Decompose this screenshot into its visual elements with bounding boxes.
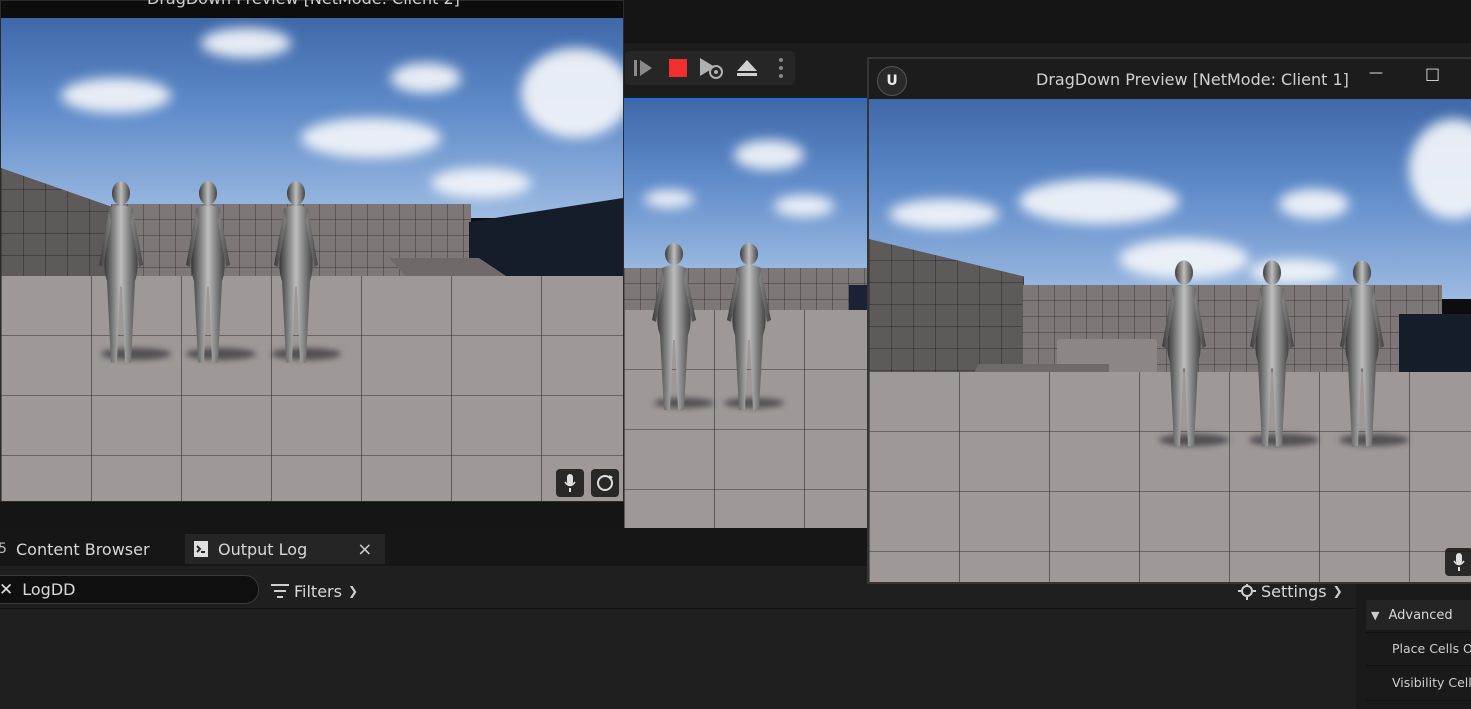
client1-viewport[interactable] <box>869 99 1471 582</box>
eject-icon <box>737 60 757 76</box>
character-mannequin <box>1162 260 1206 447</box>
details-section-advanced[interactable]: ▼ Advanced <box>1366 600 1471 630</box>
maximize-button[interactable]: □ <box>1425 64 1440 83</box>
stop-icon <box>669 59 687 77</box>
preview-window-client1[interactable]: U DragDown Preview [NetMode: Client 1] —… <box>867 57 1471 584</box>
microphone-icon <box>564 474 576 492</box>
more-vertical-icon <box>779 58 783 78</box>
unreal-logo-icon: U <box>877 66 907 96</box>
refresh-icon <box>597 475 613 491</box>
content-browser-icon: 5 <box>0 541 7 557</box>
row-divider <box>1366 632 1471 633</box>
character-mannequin <box>1340 260 1384 447</box>
output-log-icon <box>194 541 208 557</box>
log-search-box[interactable]: ✕ LogDD <box>0 575 259 604</box>
filter-icon <box>271 584 289 598</box>
gear-icon <box>1238 582 1256 600</box>
details-row-place-cells: Place Cells Or <box>1392 641 1471 656</box>
chevron-down-icon: ❯ <box>1332 584 1343 598</box>
filters-label: Filters <box>294 581 342 601</box>
triangle-down-icon: ▼ <box>1371 608 1380 622</box>
settings-label: Settings <box>1261 581 1327 601</box>
microphone-icon <box>1453 553 1465 571</box>
details-row-visibility-cell: Visibility Cell S <box>1392 675 1471 690</box>
filters-button[interactable]: Filters ❯ <box>271 579 358 603</box>
row-divider <box>1366 700 1471 701</box>
tab-label: Content Browser <box>16 539 150 559</box>
eject-button[interactable] <box>733 55 761 81</box>
skip-frame-button[interactable] <box>629 55 657 81</box>
minimize-button[interactable]: — <box>1369 65 1383 81</box>
voice-chat-button[interactable] <box>556 469 584 497</box>
tab-label: Output Log <box>218 539 308 559</box>
section-label: Advanced <box>1388 607 1453 623</box>
more-options-button[interactable] <box>769 55 793 81</box>
window-title: DragDown Preview [NetMode: Client 1] <box>1036 70 1349 89</box>
possess-simulate-icon <box>700 58 723 79</box>
close-tab-icon[interactable]: × <box>357 539 372 560</box>
row-divider <box>1366 665 1471 666</box>
realtime-toggle-button[interactable] <box>591 469 619 497</box>
character-mannequin <box>99 181 143 363</box>
voice-chat-button[interactable] <box>1445 548 1471 576</box>
preview-window-client2[interactable]: DragDown Preview [NetMode: Client 2] <box>0 0 624 502</box>
main-viewport[interactable] <box>624 98 871 530</box>
search-input-value[interactable]: LogDD <box>22 580 75 599</box>
window-title: DragDown Preview [NetMode: Client 2] <box>147 0 460 8</box>
clear-search-icon[interactable]: ✕ <box>0 580 13 600</box>
log-divider <box>0 608 1356 609</box>
character-mannequin <box>652 243 696 410</box>
chevron-down-icon: ❯ <box>347 584 359 598</box>
tab-content-browser[interactable]: 5 Content Browser <box>0 534 180 564</box>
character-mannequin <box>727 243 771 410</box>
skip-frame-icon <box>634 60 652 76</box>
character-mannequin <box>1250 260 1294 447</box>
character-mannequin <box>274 181 318 363</box>
character-mannequin <box>186 181 230 363</box>
tab-output-log[interactable]: Output Log × <box>185 534 385 564</box>
stop-button[interactable] <box>664 55 692 81</box>
possess-simulate-button[interactable] <box>697 55 725 81</box>
client2-viewport[interactable] <box>1 18 623 501</box>
